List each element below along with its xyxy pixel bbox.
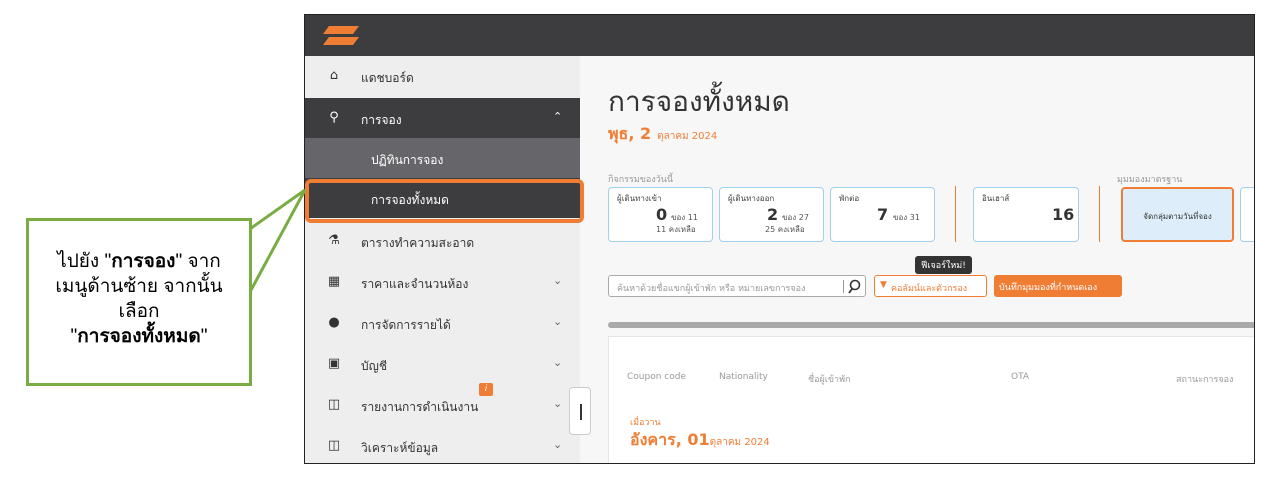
column-header-status[interactable]: สถานะการจอง (1176, 372, 1233, 386)
top-bar (305, 15, 1254, 56)
departures-card[interactable]: ผู้เดินทางออก 2 ของ 27 25 คงเหลือ (719, 187, 824, 242)
instruction-callout: ไปยัง "การจอง" จาก เมนูด้านซ้าย จากนั้น … (26, 218, 252, 386)
standard-view-label: มุมมองมาตรฐาน (1117, 175, 1183, 185)
new-feature-badge: i (479, 383, 493, 396)
dollar-icon: ● (328, 315, 340, 330)
sidebar-item-accounts[interactable]: ▣ บัญชี ⌄ (305, 344, 580, 384)
column-header-nationality[interactable]: Nationality (719, 372, 768, 382)
chevron-down-icon: ⌄ (553, 274, 563, 287)
page-title: การจองทั้งหมด (608, 85, 790, 118)
chevron-down-icon: ⌄ (553, 397, 563, 410)
callout-line-2: เมนูด้านซ้าย จากนั้น (55, 276, 223, 297)
sidebar-item-booking[interactable]: ⚲ การจอง ⌃ (305, 98, 580, 138)
sidebar: ⌂ แดชบอร์ด ⚲ การจอง ⌃ ปฏิทินการจอง การจอ… (305, 56, 580, 463)
view-card-partial[interactable] (1240, 187, 1254, 242)
columns-filter-button[interactable]: ▼ คอลัมน์และตัวกรอง (874, 275, 987, 297)
key-icon: ⚲ (329, 110, 339, 125)
sidebar-item-operations-report[interactable]: ◫ รายงานการดำเนินงาน ⌄ (305, 385, 580, 425)
filter-icon: ▼ (880, 280, 887, 290)
sidebar-item-label: วิเคราะห์ข้อมูล (361, 441, 439, 455)
sidebar-item-label: การจอง (361, 113, 402, 127)
group-label: เมื่อวาน (630, 418, 661, 428)
main-content: การจองทั้งหมด พุธ, 2 ตุลาคม 2024 กิจกรรมข… (580, 56, 1254, 463)
callout-line-1: ไปยัง "การจอง" จาก (57, 251, 221, 272)
current-date: พุธ, 2 ตุลาคม 2024 (608, 124, 718, 143)
wallet-icon: ▣ (327, 356, 341, 371)
column-header-guest-name[interactable]: ชื่อผู้เข้าพัก (808, 372, 850, 386)
horizontal-scrollbar[interactable] (608, 322, 1254, 328)
sidebar-item-label: แดชบอร์ด (361, 71, 414, 85)
cleaning-icon: ⚗ (328, 233, 340, 248)
divider (955, 186, 956, 242)
sidebar-item-label: รายงานการดำเนินงาน (361, 400, 479, 414)
search-icon[interactable] (848, 279, 862, 295)
logo-icon[interactable] (321, 24, 361, 48)
stay-card[interactable]: พักต่อ 7 ของ 31 (830, 187, 935, 242)
sidebar-collapse-handle[interactable] (569, 387, 591, 435)
sidebar-item-label: ปฏิทินการจอง (371, 153, 444, 167)
highlight-all-bookings (305, 179, 584, 223)
sidebar-item-label: บัญชี (361, 359, 387, 373)
sidebar-subitem-booking-calendar[interactable]: ปฏิทินการจอง (305, 138, 580, 178)
today-activity-label: กิจกรรมของวันนี้ (608, 175, 674, 185)
home-icon: ⌂ (329, 68, 339, 83)
save-custom-view-button[interactable]: บันทึกมุมมองที่กำหนดเอง (994, 275, 1122, 297)
sidebar-item-label: ราคาและจำนวนห้อง (361, 277, 469, 291)
app-screenshot: ⌂ แดชบอร์ด ⚲ การจอง ⌃ ปฏิทินการจอง การจอ… (304, 14, 1255, 464)
calendar-icon: ▦ (327, 274, 341, 289)
sidebar-item-label: การจัดการรายได้ (361, 318, 451, 332)
sidebar-item-rates[interactable]: ▦ ราคาและจำนวนห้อง ⌄ (305, 262, 580, 302)
sidebar-item-dashboard[interactable]: ⌂ แดชบอร์ด (305, 56, 580, 96)
callout-line-4: "การจองทั้งหมด" (70, 326, 208, 347)
chevron-down-icon: ⌄ (553, 356, 563, 369)
divider (843, 280, 844, 293)
callout-line-3: เลือก (118, 301, 160, 322)
report-icon: ◫ (327, 397, 341, 412)
chevron-down-icon: ⌄ (553, 438, 563, 451)
divider (1099, 186, 1100, 242)
arrivals-card[interactable]: ผู้เดินทางเข้า 0 ของ 11 11 คงเหลือ (608, 187, 713, 242)
sidebar-item-revenue[interactable]: ● การจัดการรายได้ ⌄ (305, 303, 580, 343)
group-by-date-card[interactable]: จัดกลุ่มตามวันที่จอง (1121, 187, 1234, 242)
sidebar-item-analytics[interactable]: ◫ วิเคราะห์ข้อมูล ⌄ (305, 426, 580, 463)
new-feature-tooltip: ฟีเจอร์ใหม่! (915, 256, 972, 274)
group-date: อังคาร, 01ตุลาคม 2024 (630, 430, 770, 449)
column-header-coupon[interactable]: Coupon code (627, 372, 686, 382)
inhouse-card[interactable]: อินเฮาส์ 16 (973, 187, 1079, 242)
sidebar-item-cleaning-schedule[interactable]: ⚗ ตารางทำความสะอาด (305, 221, 580, 261)
report-icon: ◫ (327, 438, 341, 453)
search-input[interactable]: ค้นหาด้วยชื่อแขกผู้เข้าพัก หรือ หมายเลขก… (608, 275, 866, 297)
column-header-ota[interactable]: OTA (1011, 372, 1029, 382)
chevron-up-icon: ⌃ (553, 110, 563, 123)
sidebar-item-label: ตารางทำความสะอาด (361, 236, 475, 250)
chevron-down-icon: ⌄ (553, 315, 563, 328)
